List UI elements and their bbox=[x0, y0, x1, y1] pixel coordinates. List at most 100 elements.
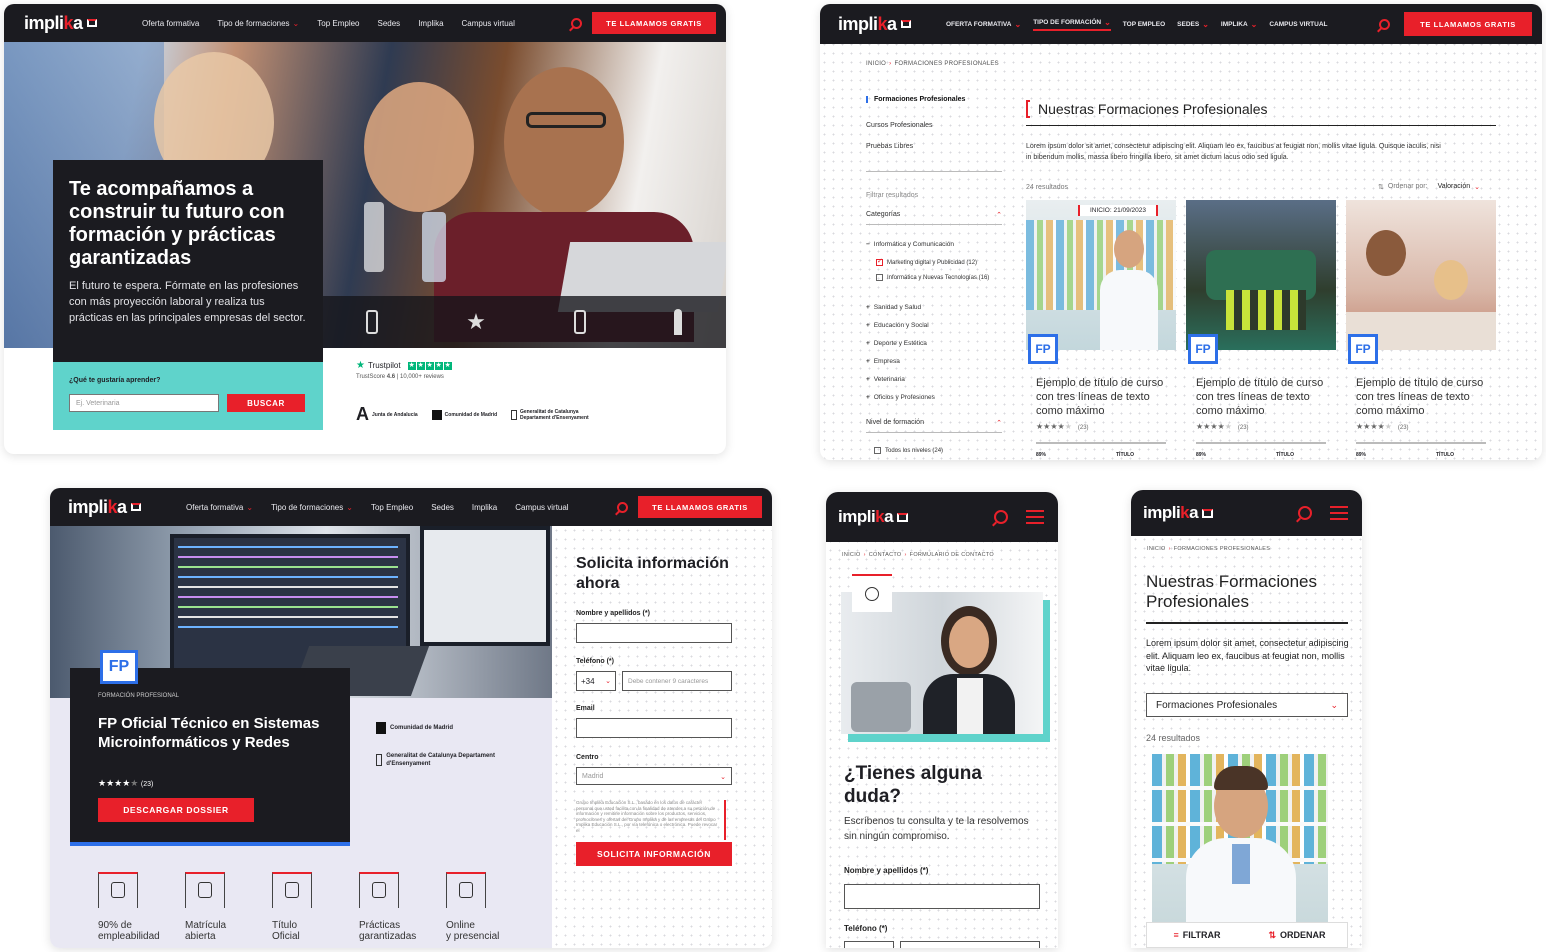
call-me-button[interactable]: TE LLAMAMOS GRATIS bbox=[592, 12, 716, 34]
nav-link[interactable]: SEDES ⌄ bbox=[1177, 18, 1209, 31]
start-date-tag: INICIO: 21/09/2023 bbox=[1078, 205, 1159, 216]
order-select[interactable]: ⇅ Ordenar por: Valoración ⌄ bbox=[1378, 183, 1480, 191]
phone-prefix-select[interactable] bbox=[844, 941, 894, 948]
icon-glyph bbox=[372, 882, 386, 898]
level-all-checkbox[interactable]: Todos los niveles (24) bbox=[874, 447, 943, 454]
nav-link[interactable]: Campus virtual bbox=[462, 19, 515, 28]
category-item[interactable]: + Empresa bbox=[866, 358, 900, 365]
side-tab-fp[interactable]: Formaciones Profesionales bbox=[866, 96, 965, 103]
request-info-button[interactable]: SOLICITA INFORMACIÓN bbox=[576, 842, 732, 866]
nav-link[interactable]: OFERTA FORMATIVA ⌄ bbox=[946, 18, 1021, 31]
chevron-down-icon: ⌄ bbox=[1202, 19, 1209, 29]
category-sign: − bbox=[866, 241, 870, 248]
logo[interactable]: impli k a bbox=[838, 14, 946, 35]
nav-link[interactable]: Oferta formativa bbox=[142, 19, 199, 28]
nav-link[interactable]: TOP EMPLEO bbox=[1123, 18, 1165, 31]
search-button[interactable]: BUSCAR bbox=[227, 394, 305, 412]
nav-link[interactable]: Tipo de formaciones ⌄ bbox=[271, 503, 353, 512]
menu-icon[interactable] bbox=[1330, 506, 1348, 520]
phone-input[interactable] bbox=[900, 941, 1040, 948]
nav-link[interactable]: Sedes bbox=[431, 503, 454, 512]
phone-prefix-select[interactable]: +34 ⌄ bbox=[576, 671, 616, 691]
chevron-down-icon: ⌄ bbox=[605, 678, 611, 685]
crumb-home[interactable]: INICIO bbox=[842, 552, 861, 558]
menu-icon[interactable] bbox=[1026, 510, 1044, 524]
type-select[interactable]: Formaciones Profesionales ⌄ bbox=[1146, 693, 1348, 717]
phone-label: Teléfono (*) bbox=[576, 658, 614, 665]
nav-link[interactable]: TIPO DE FORMACIÓN ⌄ bbox=[1033, 18, 1111, 31]
trustpilot-name: Trustpilot bbox=[367, 361, 401, 370]
search-icon[interactable] bbox=[1379, 18, 1390, 30]
category-label: Oficios y Profesiones bbox=[873, 394, 935, 401]
subcategory-label: Informática y Nuevas Tecnologías (16) bbox=[887, 275, 990, 281]
nav-link-label: Oferta formativa bbox=[142, 18, 200, 28]
nav-link[interactable]: Implika bbox=[418, 19, 443, 28]
search-icon[interactable] bbox=[1298, 506, 1312, 520]
course-card[interactable]: FP Ejemplo de título de curso con tres lí… bbox=[1186, 200, 1336, 460]
search-icon[interactable] bbox=[617, 501, 628, 513]
search-input[interactable]: Ej. Veterinaria bbox=[69, 394, 219, 412]
categories-toggle[interactable]: Categorías ⌃ bbox=[866, 211, 1002, 219]
logo[interactable]: impli k a bbox=[24, 13, 134, 34]
course-desktop-panel: impli k a Oferta formativa ⌄ Tipo de formaci… bbox=[50, 488, 772, 948]
phone-input[interactable]: Debe contener 9 caracteres bbox=[622, 671, 732, 691]
nav-link[interactable]: Top Empleo bbox=[317, 19, 359, 28]
center-select[interactable]: Madrid ⌄ bbox=[576, 767, 732, 785]
filter-button[interactable]: ≡ FILTRAR bbox=[1147, 923, 1247, 947]
crumb-home[interactable]: INICIO bbox=[866, 61, 886, 67]
category-item[interactable]: + Educación y Social bbox=[866, 322, 929, 329]
feature-line2: Oficial bbox=[272, 931, 300, 942]
name-input[interactable] bbox=[844, 884, 1040, 909]
breadcrumb: INICIO › FORMACIONES PROFESIONALES bbox=[866, 61, 999, 67]
subcategory-checkbox[interactable]: Marketing digital y Publicidad (12) bbox=[876, 257, 1004, 268]
nav-link[interactable]: Sedes bbox=[378, 19, 401, 28]
search-icon[interactable] bbox=[571, 17, 582, 29]
call-me-button[interactable]: TE LLAMAMOS GRATIS bbox=[1404, 12, 1532, 36]
side-tab-pruebas[interactable]: Pruebas Libres bbox=[866, 143, 913, 150]
phone-prefix: +34 bbox=[581, 677, 595, 686]
category-item[interactable]: + Sanidad y Salud bbox=[866, 304, 921, 311]
subcategory-checkbox[interactable]: Informática y Nuevas Tecnologías (16) bbox=[876, 273, 1004, 283]
crumb-contact[interactable]: CONTACTO bbox=[869, 552, 902, 558]
nav-link[interactable]: IMPLIKA ⌄ bbox=[1221, 18, 1257, 31]
card-meta-right: TÍTULO bbox=[1276, 452, 1295, 458]
logo[interactable]: impli k a bbox=[68, 497, 186, 518]
listing-title-text: Nuestras Formaciones Profesionales bbox=[1038, 101, 1268, 117]
search-icon[interactable] bbox=[994, 510, 1008, 524]
course-photo bbox=[1346, 200, 1496, 350]
contact-mobile-panel: impli k a INICIO › CONTACTO › FORMULARIO DE CO… bbox=[826, 492, 1058, 948]
course-title: FP Oficial Técnico en Sistemas Microinfo… bbox=[98, 715, 320, 751]
feature-line1: Matrícula bbox=[185, 920, 227, 931]
side-tab-cursos[interactable]: Cursos Profesionales bbox=[866, 122, 933, 129]
logo[interactable]: impli k a bbox=[1143, 503, 1214, 523]
logo[interactable]: impli k a bbox=[838, 507, 909, 527]
category-item[interactable]: + Oficios y Profesiones bbox=[866, 394, 935, 401]
category-item[interactable]: + Deporte y Estética bbox=[866, 340, 927, 347]
email-input[interactable] bbox=[576, 718, 732, 738]
nav-link[interactable]: Top Empleo bbox=[371, 503, 413, 512]
download-dossier-button[interactable]: DESCARGAR DOSSIER bbox=[98, 798, 254, 822]
rating-reviews: (23) bbox=[1077, 425, 1089, 431]
course-card[interactable]: FP Ejemplo de título de curso con tres lí… bbox=[1346, 200, 1496, 460]
name-input[interactable] bbox=[576, 623, 732, 643]
rating-stars: ★★★★ bbox=[1036, 422, 1065, 431]
level-toggle[interactable]: Nivel de formación ⌃ bbox=[866, 419, 1002, 427]
course-card[interactable]: INICIO: 21/09/2023 FP Ejemplo de título de… bbox=[1026, 200, 1176, 460]
nav-link[interactable]: Oferta formativa ⌄ bbox=[186, 503, 253, 512]
nav-link[interactable]: Implika bbox=[472, 503, 497, 512]
level-label: Nivel de formación bbox=[866, 419, 924, 426]
call-me-button[interactable]: TE LLAMAMOS GRATIS bbox=[638, 496, 762, 518]
nav-link[interactable]: Campus virtual bbox=[515, 503, 568, 512]
nav-link[interactable]: Tipo de formaciones ⌄ bbox=[217, 19, 299, 28]
category-item[interactable]: − Informática y Comunicación bbox=[866, 241, 954, 248]
listing-intro: Lorem ipsum dolor sit amet, consectetur … bbox=[1026, 143, 1441, 161]
nav-link[interactable]: CAMPUS VIRTUAL bbox=[1269, 18, 1327, 31]
listing-mobile-panel: impli k a INICIO › FORMACIONES PROFESIONALES… bbox=[1131, 490, 1362, 948]
category-item[interactable]: + Veterinaria bbox=[866, 376, 905, 383]
crumb-current: FORMACIONES PROFESIONALES bbox=[894, 61, 999, 67]
email-label: Email bbox=[576, 705, 595, 712]
order-button[interactable]: ⇅ ORDENAR bbox=[1247, 923, 1347, 947]
crumb-home[interactable]: INICIO bbox=[1147, 546, 1166, 552]
filter-label: FILTRAR bbox=[1182, 930, 1221, 940]
feature-line1: Prácticas bbox=[359, 920, 401, 931]
